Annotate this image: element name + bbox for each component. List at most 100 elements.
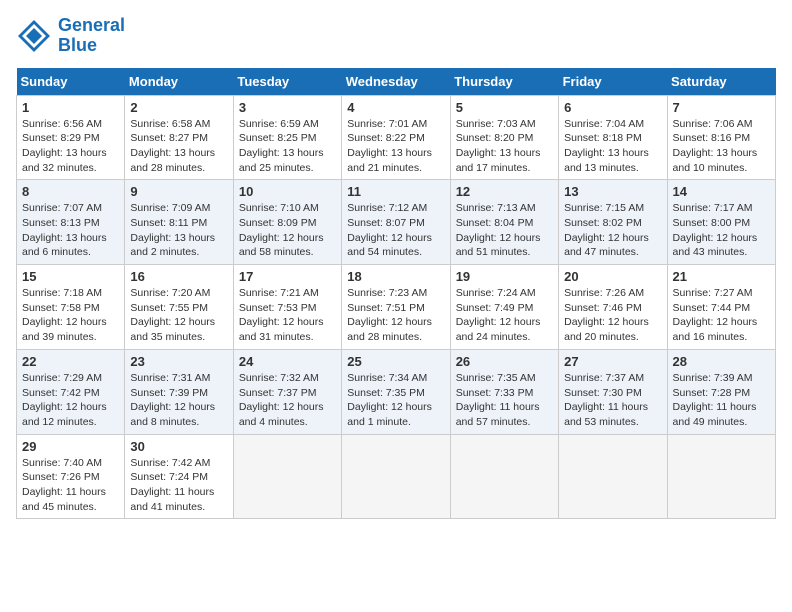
- sunrise-label: Sunrise: 7:20 AM: [130, 287, 210, 299]
- sunrise-label: Sunrise: 6:56 AM: [22, 118, 102, 130]
- calendar-table: SundayMondayTuesdayWednesdayThursdayFrid…: [16, 68, 776, 520]
- day-number: 27: [564, 354, 661, 369]
- day-info: Sunrise: 7:09 AM Sunset: 8:11 PM Dayligh…: [130, 201, 227, 260]
- day-number: 2: [130, 100, 227, 115]
- sunrise-label: Sunrise: 7:23 AM: [347, 287, 427, 299]
- sunset-label: Sunset: 7:53 PM: [239, 302, 317, 314]
- sunset-label: Sunset: 7:58 PM: [22, 302, 100, 314]
- daylight-label: Daylight: 12 hours and 12 minutes.: [22, 401, 107, 428]
- calendar-cell: 24 Sunrise: 7:32 AM Sunset: 7:37 PM Dayl…: [233, 349, 341, 434]
- day-number: 19: [456, 269, 553, 284]
- sunrise-label: Sunrise: 7:39 AM: [673, 372, 753, 384]
- day-info: Sunrise: 7:35 AM Sunset: 7:33 PM Dayligh…: [456, 371, 553, 430]
- day-number: 1: [22, 100, 119, 115]
- calendar-week-row: 29 Sunrise: 7:40 AM Sunset: 7:26 PM Dayl…: [17, 434, 776, 519]
- daylight-label: Daylight: 12 hours and 51 minutes.: [456, 232, 541, 259]
- daylight-label: Daylight: 11 hours and 53 minutes.: [564, 401, 648, 428]
- sunrise-label: Sunrise: 7:17 AM: [673, 202, 753, 214]
- calendar-cell: 25 Sunrise: 7:34 AM Sunset: 7:35 PM Dayl…: [342, 349, 450, 434]
- sunrise-label: Sunrise: 7:42 AM: [130, 457, 210, 469]
- day-info: Sunrise: 7:12 AM Sunset: 8:07 PM Dayligh…: [347, 201, 444, 260]
- sunrise-label: Sunrise: 6:58 AM: [130, 118, 210, 130]
- calendar-cell: 11 Sunrise: 7:12 AM Sunset: 8:07 PM Dayl…: [342, 180, 450, 265]
- day-info: Sunrise: 7:32 AM Sunset: 7:37 PM Dayligh…: [239, 371, 336, 430]
- day-number: 7: [673, 100, 770, 115]
- calendar-cell: 29 Sunrise: 7:40 AM Sunset: 7:26 PM Dayl…: [17, 434, 125, 519]
- sunset-label: Sunset: 7:39 PM: [130, 387, 208, 399]
- daylight-label: Daylight: 12 hours and 39 minutes.: [22, 316, 107, 343]
- sunrise-label: Sunrise: 7:18 AM: [22, 287, 102, 299]
- day-info: Sunrise: 6:59 AM Sunset: 8:25 PM Dayligh…: [239, 117, 336, 176]
- daylight-label: Daylight: 11 hours and 45 minutes.: [22, 486, 106, 513]
- sunset-label: Sunset: 7:37 PM: [239, 387, 317, 399]
- day-info: Sunrise: 7:04 AM Sunset: 8:18 PM Dayligh…: [564, 117, 661, 176]
- col-header-saturday: Saturday: [667, 68, 775, 96]
- day-info: Sunrise: 7:17 AM Sunset: 8:00 PM Dayligh…: [673, 201, 770, 260]
- day-number: 18: [347, 269, 444, 284]
- sunset-label: Sunset: 8:20 PM: [456, 132, 534, 144]
- sunset-label: Sunset: 7:26 PM: [22, 471, 100, 483]
- daylight-label: Daylight: 12 hours and 28 minutes.: [347, 316, 432, 343]
- sunset-label: Sunset: 8:09 PM: [239, 217, 317, 229]
- logo-icon: [16, 18, 52, 54]
- sunrise-label: Sunrise: 6:59 AM: [239, 118, 319, 130]
- sunrise-label: Sunrise: 7:04 AM: [564, 118, 644, 130]
- sunset-label: Sunset: 7:28 PM: [673, 387, 751, 399]
- day-number: 14: [673, 184, 770, 199]
- daylight-label: Daylight: 12 hours and 24 minutes.: [456, 316, 541, 343]
- daylight-label: Daylight: 13 hours and 10 minutes.: [673, 147, 758, 174]
- calendar-cell: 28 Sunrise: 7:39 AM Sunset: 7:28 PM Dayl…: [667, 349, 775, 434]
- sunset-label: Sunset: 8:13 PM: [22, 217, 100, 229]
- day-info: Sunrise: 7:01 AM Sunset: 8:22 PM Dayligh…: [347, 117, 444, 176]
- sunset-label: Sunset: 8:18 PM: [564, 132, 642, 144]
- calendar-cell: 12 Sunrise: 7:13 AM Sunset: 8:04 PM Dayl…: [450, 180, 558, 265]
- sunset-label: Sunset: 8:29 PM: [22, 132, 100, 144]
- sunset-label: Sunset: 7:55 PM: [130, 302, 208, 314]
- daylight-label: Daylight: 12 hours and 1 minute.: [347, 401, 432, 428]
- day-info: Sunrise: 7:40 AM Sunset: 7:26 PM Dayligh…: [22, 456, 119, 515]
- calendar-cell: 27 Sunrise: 7:37 AM Sunset: 7:30 PM Dayl…: [559, 349, 667, 434]
- calendar-cell: [559, 434, 667, 519]
- calendar-cell: 23 Sunrise: 7:31 AM Sunset: 7:39 PM Dayl…: [125, 349, 233, 434]
- sunrise-label: Sunrise: 7:34 AM: [347, 372, 427, 384]
- sunset-label: Sunset: 8:16 PM: [673, 132, 751, 144]
- sunset-label: Sunset: 8:25 PM: [239, 132, 317, 144]
- calendar-header-row: SundayMondayTuesdayWednesdayThursdayFrid…: [17, 68, 776, 96]
- sunset-label: Sunset: 8:27 PM: [130, 132, 208, 144]
- calendar-cell: 1 Sunrise: 6:56 AM Sunset: 8:29 PM Dayli…: [17, 95, 125, 180]
- daylight-label: Daylight: 13 hours and 32 minutes.: [22, 147, 107, 174]
- col-header-monday: Monday: [125, 68, 233, 96]
- day-info: Sunrise: 7:23 AM Sunset: 7:51 PM Dayligh…: [347, 286, 444, 345]
- day-number: 30: [130, 439, 227, 454]
- daylight-label: Daylight: 13 hours and 17 minutes.: [456, 147, 541, 174]
- calendar-cell: 22 Sunrise: 7:29 AM Sunset: 7:42 PM Dayl…: [17, 349, 125, 434]
- day-number: 11: [347, 184, 444, 199]
- calendar-cell: 30 Sunrise: 7:42 AM Sunset: 7:24 PM Dayl…: [125, 434, 233, 519]
- daylight-label: Daylight: 13 hours and 28 minutes.: [130, 147, 215, 174]
- day-number: 23: [130, 354, 227, 369]
- day-info: Sunrise: 7:21 AM Sunset: 7:53 PM Dayligh…: [239, 286, 336, 345]
- col-header-tuesday: Tuesday: [233, 68, 341, 96]
- daylight-label: Daylight: 13 hours and 6 minutes.: [22, 232, 107, 259]
- day-number: 3: [239, 100, 336, 115]
- sunset-label: Sunset: 8:04 PM: [456, 217, 534, 229]
- calendar-cell: [233, 434, 341, 519]
- calendar-cell: [667, 434, 775, 519]
- sunset-label: Sunset: 7:42 PM: [22, 387, 100, 399]
- sunrise-label: Sunrise: 7:35 AM: [456, 372, 536, 384]
- daylight-label: Daylight: 12 hours and 8 minutes.: [130, 401, 215, 428]
- day-number: 10: [239, 184, 336, 199]
- day-number: 16: [130, 269, 227, 284]
- calendar-cell: 14 Sunrise: 7:17 AM Sunset: 8:00 PM Dayl…: [667, 180, 775, 265]
- calendar-cell: [342, 434, 450, 519]
- sunrise-label: Sunrise: 7:24 AM: [456, 287, 536, 299]
- day-info: Sunrise: 7:42 AM Sunset: 7:24 PM Dayligh…: [130, 456, 227, 515]
- sunset-label: Sunset: 7:24 PM: [130, 471, 208, 483]
- daylight-label: Daylight: 12 hours and 47 minutes.: [564, 232, 649, 259]
- day-info: Sunrise: 7:18 AM Sunset: 7:58 PM Dayligh…: [22, 286, 119, 345]
- sunrise-label: Sunrise: 7:26 AM: [564, 287, 644, 299]
- day-info: Sunrise: 7:24 AM Sunset: 7:49 PM Dayligh…: [456, 286, 553, 345]
- sunset-label: Sunset: 7:49 PM: [456, 302, 534, 314]
- day-number: 22: [22, 354, 119, 369]
- calendar-cell: 4 Sunrise: 7:01 AM Sunset: 8:22 PM Dayli…: [342, 95, 450, 180]
